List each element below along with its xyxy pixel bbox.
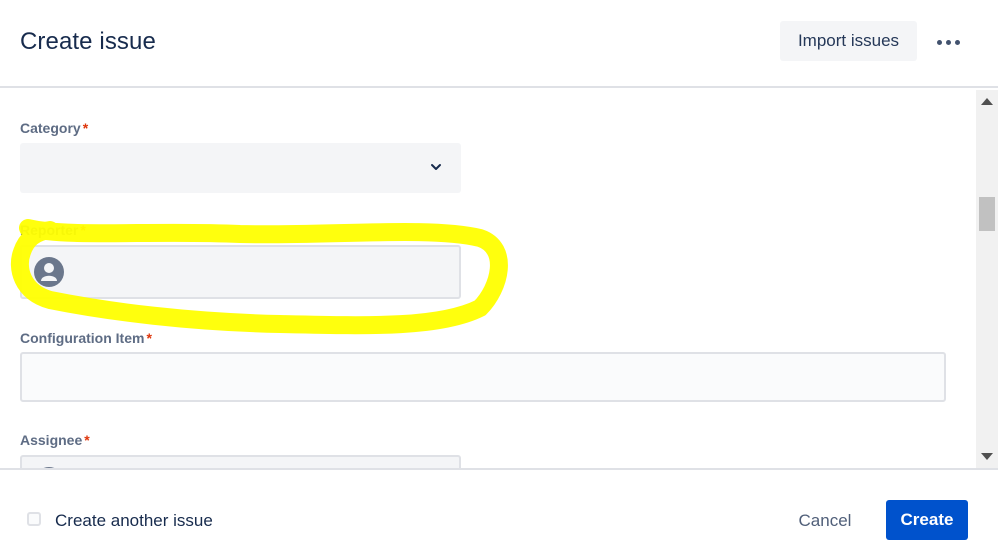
scroll-up-arrow-icon[interactable] [981, 98, 993, 105]
form-content: Category * Reporter * Configuration Item * … [0, 90, 976, 468]
cancel-button[interactable]: Cancel [782, 501, 868, 541]
create-another-checkbox[interactable] [27, 512, 41, 526]
required-mark: * [84, 432, 90, 448]
category-label-text: Category [20, 120, 81, 136]
scroll-down-arrow-icon[interactable] [981, 453, 993, 460]
create-button[interactable]: Create [886, 500, 968, 540]
dialog-footer: Create another issue Cancel Create [0, 468, 998, 558]
scroll-thumb[interactable] [979, 197, 995, 231]
more-dot [945, 39, 951, 45]
required-mark: * [146, 330, 152, 346]
reporter-label-text: Reporter [20, 222, 79, 238]
configuration-item-label-text: Configuration Item [20, 330, 145, 346]
reporter-label: Reporter * [20, 222, 86, 238]
more-dot [954, 39, 960, 45]
assignee-label: Assignee * [20, 432, 90, 448]
user-avatar-icon [34, 257, 64, 287]
dialog-header: Create issue Import issues [0, 0, 998, 88]
configuration-item-label: Configuration Item * [20, 330, 152, 346]
more-dot [936, 39, 942, 45]
scrollbar[interactable] [976, 90, 998, 468]
more-options-button[interactable] [930, 27, 966, 57]
create-another-label[interactable]: Create another issue [55, 511, 213, 531]
assignee-picker[interactable] [20, 455, 461, 468]
dialog-title: Create issue [20, 28, 156, 55]
configuration-item-input[interactable] [20, 352, 946, 402]
reporter-picker[interactable] [20, 245, 461, 299]
required-mark: * [82, 120, 89, 136]
import-issues-button[interactable]: Import issues [780, 21, 917, 61]
chevron-down-icon [431, 164, 441, 170]
category-label: Category * [20, 120, 88, 136]
required-mark: * [80, 222, 86, 238]
category-select[interactable] [20, 143, 461, 193]
assignee-label-text: Assignee [20, 432, 83, 448]
